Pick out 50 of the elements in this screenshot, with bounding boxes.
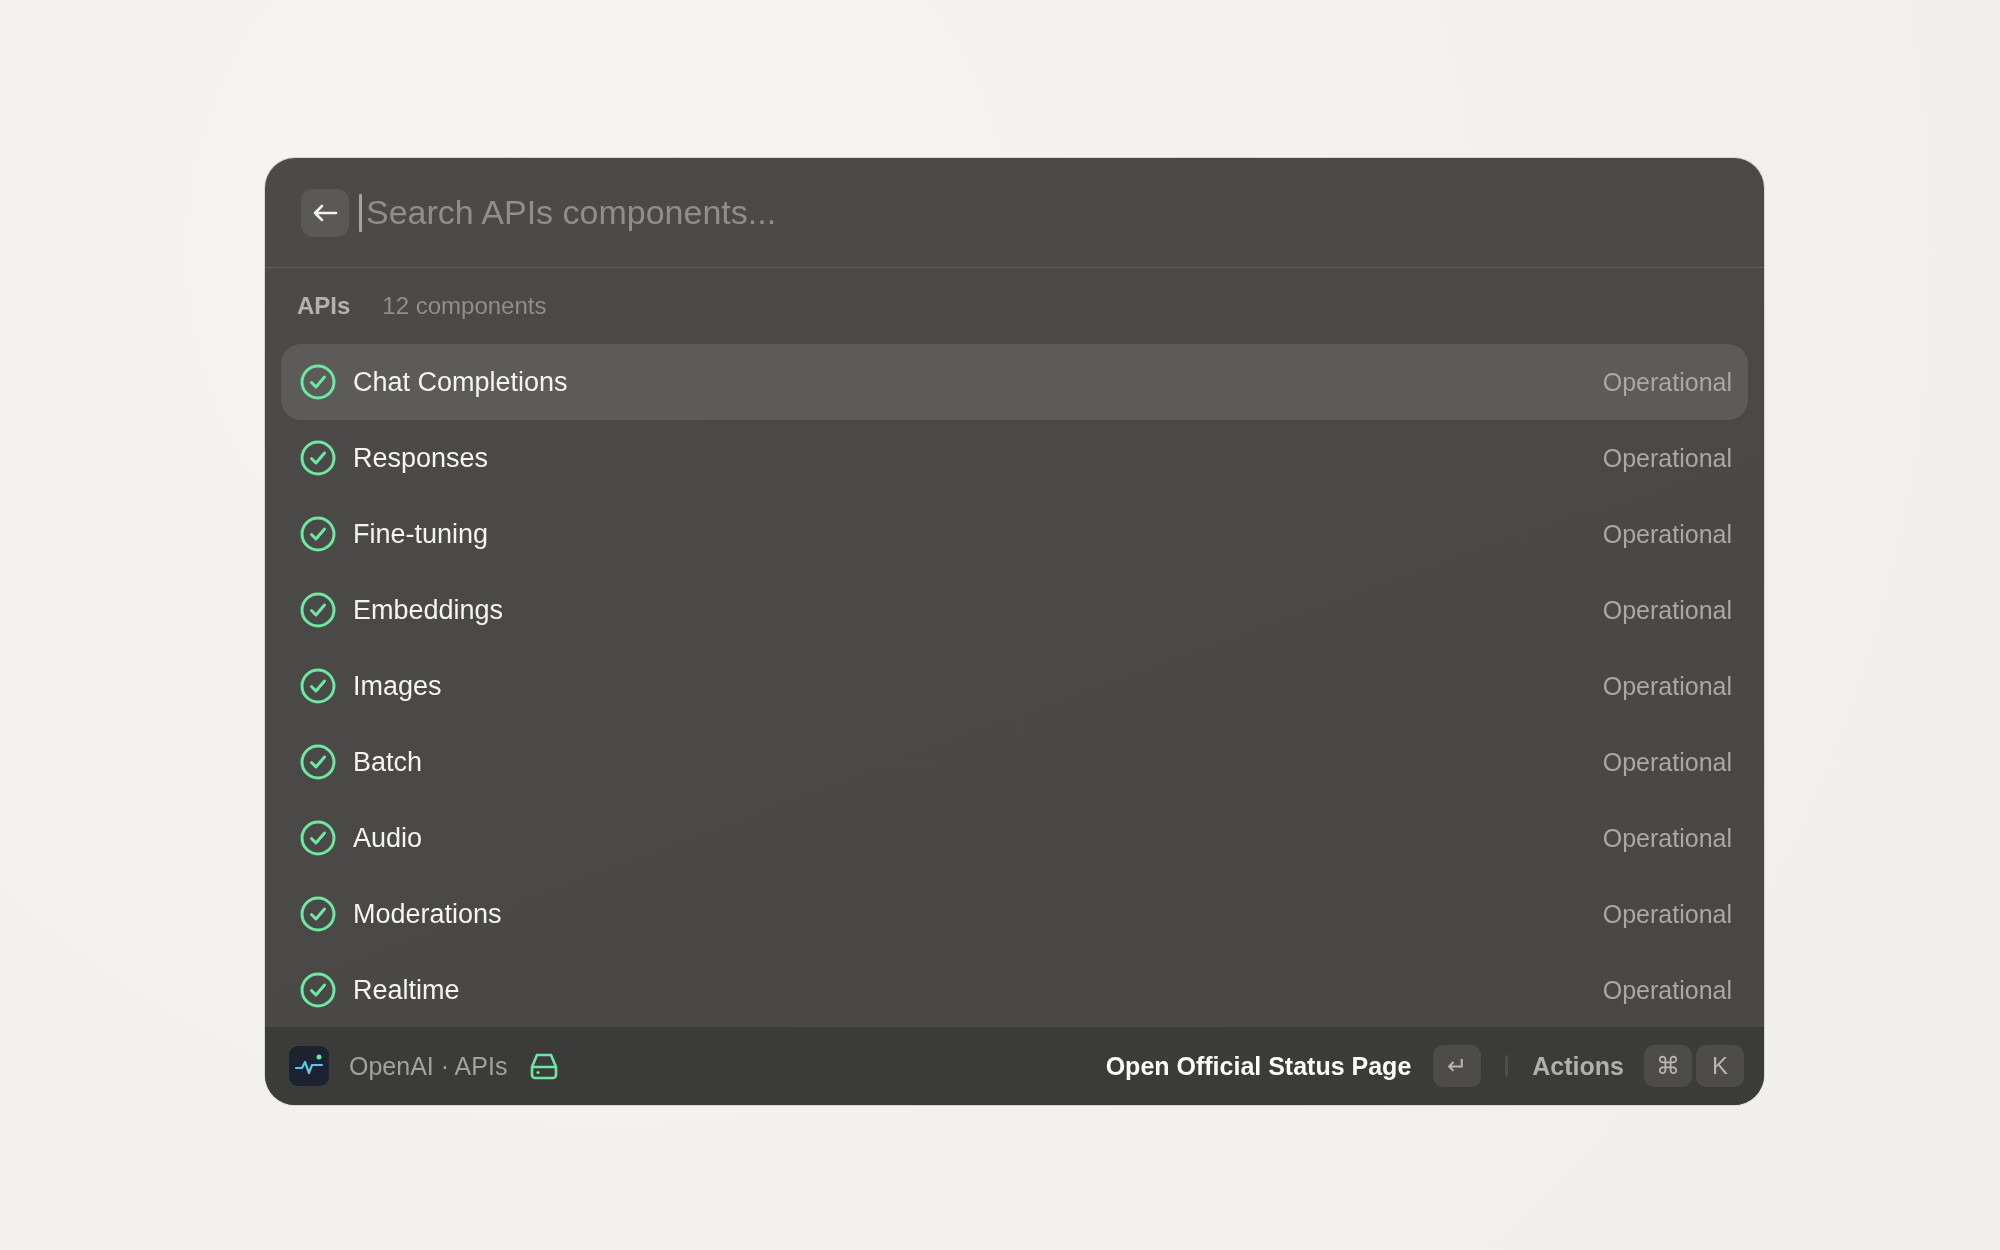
status-label: Operational — [1602, 671, 1732, 701]
status-label: Operational — [1602, 899, 1732, 929]
check-circle-icon — [299, 971, 337, 1009]
component-name: Chat Completions — [353, 366, 568, 398]
component-row[interactable]: Chat Completions Operational — [281, 344, 1748, 420]
check-circle-icon — [299, 515, 337, 553]
component-name: Moderations — [353, 898, 502, 930]
check-circle-icon — [299, 439, 337, 477]
check-circle-icon — [299, 819, 337, 857]
check-circle-icon — [299, 363, 337, 401]
status-label: Operational — [1602, 595, 1732, 625]
back-button[interactable] — [301, 188, 349, 237]
section-title: APIs — [297, 292, 351, 320]
component-row[interactable]: Batch Operational — [281, 724, 1748, 800]
status-label: Operational — [1602, 443, 1732, 473]
return-key: ↵ — [1433, 1045, 1482, 1087]
status-label: Operational — [1602, 367, 1732, 397]
shortcut-key: ⌘ — [1644, 1045, 1692, 1087]
drive-icon — [529, 1051, 560, 1081]
status-label: Operational — [1602, 975, 1732, 1005]
check-circle-icon — [299, 895, 337, 933]
component-row[interactable]: Images Operational — [281, 648, 1748, 724]
component-name: Responses — [353, 442, 489, 474]
text-cursor — [359, 193, 362, 232]
shortcut-key: K — [1696, 1045, 1744, 1087]
back-arrow-icon — [312, 202, 338, 223]
component-row[interactable]: Responses Operational — [281, 420, 1748, 496]
search-field[interactable]: Search APIs components... — [366, 193, 1764, 232]
component-row[interactable]: Fine-tuning Operational — [281, 496, 1748, 572]
status-label: Operational — [1602, 823, 1732, 853]
component-row[interactable]: Realtime Operational — [281, 952, 1748, 1027]
component-count: 12 components — [382, 292, 547, 320]
actions-button[interactable]: Actions — [1532, 1051, 1624, 1081]
component-row[interactable]: Moderations Operational — [281, 876, 1748, 952]
component-name: Realtime — [353, 974, 460, 1006]
component-name: Audio — [353, 822, 423, 854]
check-circle-icon — [299, 591, 337, 629]
component-name: Fine-tuning — [353, 518, 489, 550]
breadcrumb: OpenAI · APIs — [349, 1051, 508, 1081]
status-label: Operational — [1602, 519, 1732, 549]
component-name: Embeddings — [353, 594, 504, 626]
component-name: Images — [353, 670, 442, 702]
check-circle-icon — [299, 667, 337, 705]
pulse-app-icon — [289, 1046, 329, 1086]
component-name: Batch — [353, 746, 423, 778]
open-status-page-button[interactable]: Open Official Status Page — [1105, 1051, 1412, 1081]
component-row[interactable]: Audio Operational — [281, 800, 1748, 876]
status-label: Operational — [1602, 747, 1732, 777]
check-circle-icon — [299, 743, 337, 781]
component-row[interactable]: Embeddings Operational — [281, 572, 1748, 648]
